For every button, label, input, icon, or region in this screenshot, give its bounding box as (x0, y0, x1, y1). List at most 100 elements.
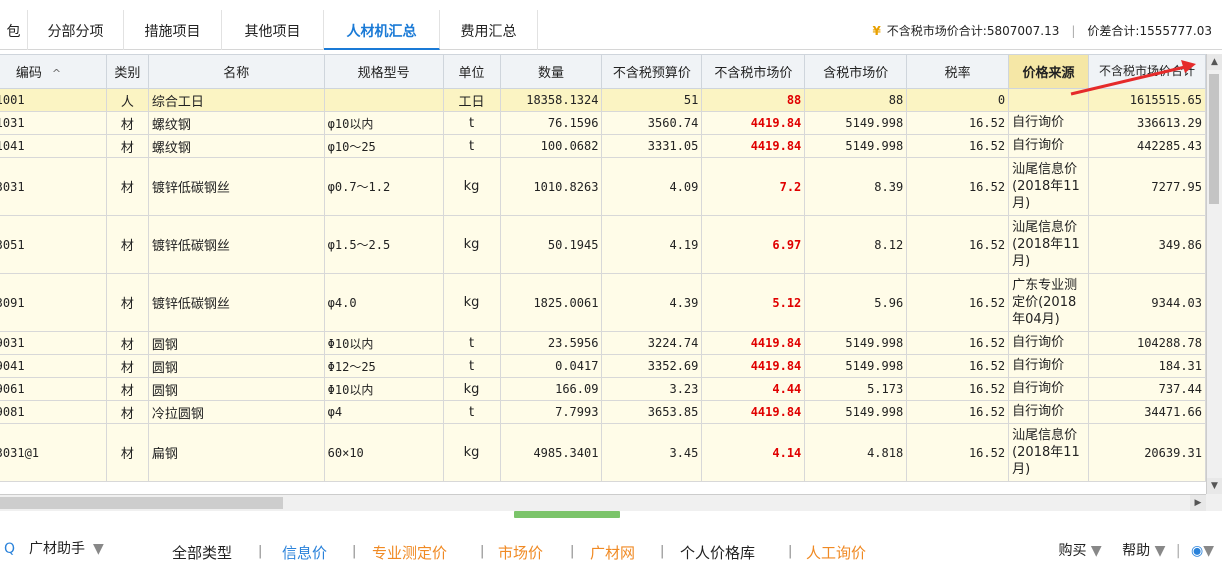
cell-market[interactable]: 4419.84 (701, 354, 806, 378)
horizontal-scroll-thumb[interactable] (0, 497, 283, 509)
cell-name[interactable]: 冷拉圆钢 (147, 400, 325, 424)
cell-unit[interactable]: t (442, 111, 501, 135)
cell-market[interactable]: 7.2 (701, 157, 806, 216)
cell-source[interactable]: 自行询价 (1008, 111, 1089, 135)
table-row[interactable]: 0113031@1材扁钢60×10kg4985.34013.454.144.81… (0, 423, 1206, 482)
cell-qty[interactable]: 7.7993 (499, 400, 603, 424)
cell-code[interactable]: 0103091 (0, 273, 107, 332)
col-budget[interactable]: 不含税预算价 (601, 54, 703, 89)
cell-source[interactable]: 汕尾信息价(2018年11月) (1008, 157, 1089, 216)
scroll-up-icon[interactable]: ▲ (1207, 54, 1222, 70)
cell-market[interactable]: 4419.84 (701, 400, 806, 424)
cell-source[interactable]: 自行询价 (1008, 134, 1089, 158)
cell-source[interactable] (1008, 88, 1089, 112)
cell-spec[interactable]: φ4.0 (323, 273, 444, 332)
cell-budget[interactable]: 51 (601, 88, 703, 112)
cell-code[interactable]: 0109061 (0, 377, 107, 401)
cell-source[interactable]: 自行询价 (1008, 354, 1089, 378)
vertical-scroll-thumb[interactable] (1209, 74, 1219, 204)
table-row[interactable]: 0109031材圆钢Φ10以内t23.59563224.744419.84514… (0, 331, 1206, 355)
cell-rate[interactable]: 16.52 (906, 354, 1010, 378)
cell-name[interactable]: 镀锌低碳钢丝 (147, 273, 325, 332)
tab-labor-material-summary[interactable]: 人材机汇总 (324, 10, 440, 50)
cell-market[interactable]: 5.12 (701, 273, 806, 332)
cell-rate[interactable]: 16.52 (906, 111, 1010, 135)
cell-total[interactable]: 442285.43 (1088, 134, 1206, 158)
cell-unit[interactable]: kg (442, 273, 501, 332)
cell-unit[interactable]: kg (442, 215, 501, 274)
cell-unit[interactable]: kg (442, 157, 501, 216)
cell-code[interactable]: 0103051 (0, 215, 107, 274)
cell-total[interactable]: 336613.29 (1088, 111, 1206, 135)
cell-market[interactable]: 4.44 (701, 377, 806, 401)
cell-market[interactable]: 88 (701, 88, 806, 112)
tab-material-net[interactable]: 广材网 (590, 542, 635, 563)
cell-name[interactable]: 圆钢 (147, 354, 325, 378)
cell-tax-market[interactable]: 88 (804, 88, 908, 112)
cell-qty[interactable]: 1010.8263 (499, 157, 603, 216)
cell-total[interactable]: 737.44 (1088, 377, 1206, 401)
cell-unit[interactable]: 工日 (442, 88, 501, 112)
cell-spec[interactable]: φ4 (323, 400, 444, 424)
cell-type[interactable]: 人 (105, 88, 149, 112)
cell-spec[interactable]: φ0.7～1.2 (323, 157, 444, 216)
tab-cost-summary[interactable]: 费用汇总 (440, 10, 538, 50)
cell-rate[interactable]: 16.52 (906, 215, 1010, 274)
scroll-down-icon[interactable]: ▼ (1207, 478, 1222, 494)
cell-type[interactable]: 材 (105, 354, 149, 378)
cell-name[interactable]: 扁钢 (147, 423, 325, 482)
cell-source[interactable]: 自行询价 (1008, 331, 1089, 355)
cell-code[interactable]: 0109041 (0, 354, 107, 378)
cell-unit[interactable]: t (442, 354, 501, 378)
col-code[interactable]: 编码 ^ (0, 54, 107, 89)
cell-name[interactable]: 圆钢 (147, 377, 325, 401)
table-row[interactable]: 0103031材镀锌低碳钢丝φ0.7～1.2kg1010.82634.097.2… (0, 157, 1206, 216)
cell-name[interactable]: 螺纹钢 (147, 134, 325, 158)
cell-budget[interactable]: 3.23 (601, 377, 703, 401)
col-source[interactable]: 价格来源 (1008, 54, 1089, 89)
cell-unit[interactable]: t (442, 134, 501, 158)
cell-spec[interactable] (323, 88, 444, 112)
cell-budget[interactable]: 4.19 (601, 215, 703, 274)
cell-spec[interactable]: Φ10以内 (323, 331, 444, 355)
cell-unit[interactable]: t (442, 331, 501, 355)
cell-budget[interactable]: 3.45 (601, 423, 703, 482)
table-row[interactable]: 0103051材镀锌低碳钢丝φ1.5～2.5kg50.19454.196.978… (0, 215, 1206, 274)
cell-rate[interactable]: 16.52 (906, 157, 1010, 216)
cell-total[interactable]: 20639.31 (1088, 423, 1206, 482)
cell-rate[interactable]: 16.52 (906, 423, 1010, 482)
table-row[interactable]: 0109061材圆钢Φ10以内kg166.093.234.445.17316.5… (0, 377, 1206, 401)
cell-budget[interactable]: 3352.69 (601, 354, 703, 378)
col-name[interactable]: 名称 (147, 54, 325, 89)
cell-spec[interactable]: φ10以内 (323, 111, 444, 135)
cell-name[interactable]: 螺纹钢 (147, 111, 325, 135)
cell-total[interactable]: 349.86 (1088, 215, 1206, 274)
cell-total[interactable]: 7277.95 (1088, 157, 1206, 216)
panel-splitter[interactable] (514, 511, 620, 518)
tab-measures[interactable]: 措施项目 (124, 10, 222, 50)
vertical-scrollbar[interactable]: ▲ ▼ (1206, 54, 1222, 494)
col-market[interactable]: 不含税市场价 (701, 54, 806, 89)
cell-code[interactable]: 0109031 (0, 331, 107, 355)
help-menu[interactable]: 帮助 ▼ (1122, 543, 1165, 559)
col-type[interactable]: 类别 (105, 54, 149, 89)
col-total[interactable]: 不含税市场价合计 (1088, 54, 1206, 89)
cell-type[interactable]: 材 (105, 157, 149, 216)
cell-tax-market[interactable]: 5.173 (804, 377, 908, 401)
cell-source[interactable]: 广东专业测定价(2018年04月) (1008, 273, 1089, 332)
cell-code[interactable]: 0103031 (0, 157, 107, 216)
cell-rate[interactable]: 16.52 (906, 273, 1010, 332)
cell-budget[interactable]: 4.39 (601, 273, 703, 332)
cell-spec[interactable]: Φ10以内 (323, 377, 444, 401)
cell-name[interactable]: 圆钢 (147, 331, 325, 355)
cell-qty[interactable]: 50.1945 (499, 215, 603, 274)
tab-professional-price[interactable]: 专业测定价 (372, 542, 447, 563)
cell-unit[interactable]: kg (442, 377, 501, 401)
cell-rate[interactable]: 16.52 (906, 400, 1010, 424)
cell-qty[interactable]: 0.0417 (499, 354, 603, 378)
cell-source[interactable]: 自行询价 (1008, 377, 1089, 401)
cell-qty[interactable]: 4985.3401 (499, 423, 603, 482)
cell-spec[interactable]: φ10～25 (323, 134, 444, 158)
cell-code[interactable]: 0109081 (0, 400, 107, 424)
table-row[interactable]: 0001001人综合工日工日18358.132451888801615515.6… (0, 88, 1206, 112)
